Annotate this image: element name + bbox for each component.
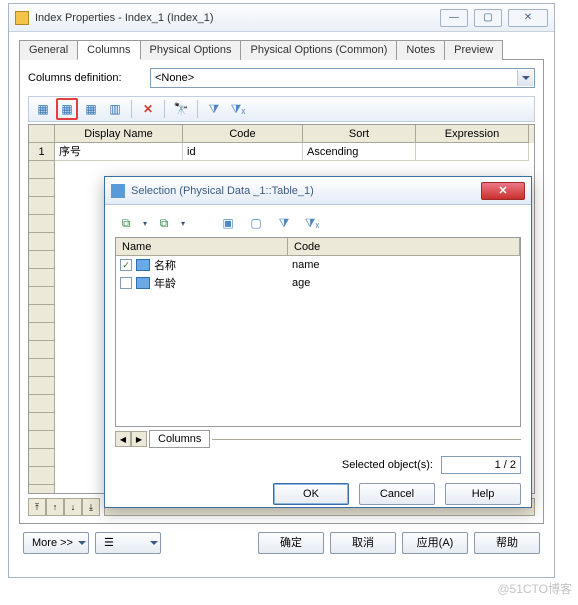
cell-code[interactable]: id (183, 143, 303, 161)
cell-name[interactable]: 序号 (55, 143, 183, 161)
selection-dialog: Selection (Physical Data _1::Table_1) ✕ … (104, 176, 532, 508)
move-bottom-button[interactable]: ⤓ (82, 498, 100, 516)
dialog-title: Selection (Physical Data _1::Table_1) (131, 185, 481, 197)
columns-definition-label: Columns definition: (28, 72, 138, 84)
selected-objects-label: Selected object(s): (342, 459, 433, 471)
dialog-footer: More >> ☰ 确定 取消 应用(A) 帮助 (19, 524, 544, 554)
chevron-down-icon: ▾ (181, 219, 185, 228)
minimize-button[interactable]: — (440, 9, 468, 27)
apply-button[interactable]: 应用(A) (402, 532, 468, 554)
grid-cols-icon[interactable]: ▥ (104, 98, 126, 120)
help-button[interactable]: 帮助 (474, 532, 540, 554)
item-name: 名称 (154, 257, 176, 273)
deselect-all-icon[interactable]: ▢ (245, 212, 267, 234)
column-icon (136, 277, 150, 289)
col-code[interactable]: Code (288, 238, 520, 256)
col-display-name[interactable]: Display Name (55, 125, 183, 143)
col-code[interactable]: Code (183, 125, 303, 143)
list-item[interactable]: 年龄 age (116, 274, 520, 292)
delete-button[interactable]: ✕ (137, 98, 159, 120)
move-up-button[interactable]: ↑ (46, 498, 64, 516)
dialog-tabstrip: ◀ ▶ Columns (115, 429, 521, 449)
item-code: name (288, 259, 520, 271)
window-title: Index Properties - Index_1 (Index_1) (35, 12, 440, 24)
grid-new-icon[interactable]: ▦ (32, 98, 54, 120)
dialog-close-button[interactable]: ✕ (481, 182, 525, 200)
move-top-button[interactable]: ⤒ (28, 498, 46, 516)
tab-physical-options-common[interactable]: Physical Options (Common) (240, 40, 397, 60)
dialog-icon (111, 184, 125, 198)
dialog-title-bar: Selection (Physical Data _1::Table_1) ✕ (105, 177, 531, 205)
tab-bar: General Columns Physical Options Physica… (19, 40, 544, 60)
window-icon (15, 11, 29, 25)
find-button[interactable]: 🔭 (170, 98, 192, 120)
tab-preview[interactable]: Preview (444, 40, 503, 60)
columns-definition-combo[interactable]: <None> (150, 68, 535, 88)
table-row[interactable]: 序号 id Ascending (55, 143, 534, 161)
column-icon (136, 259, 150, 271)
col-sort[interactable]: Sort (303, 125, 416, 143)
row-header-column: 1 (29, 125, 55, 493)
maximize-button[interactable]: ▢ (474, 9, 502, 27)
filter-icon[interactable]: ⧩ (273, 212, 295, 234)
columns-definition-value: <None> (155, 72, 194, 84)
item-code: age (288, 277, 520, 289)
item-name: 年龄 (154, 275, 176, 291)
selection-list: Name Code ✓ 名称 name 年龄 age (115, 237, 521, 427)
col-expression[interactable]: Expression (416, 125, 529, 143)
tab-columns[interactable]: Columns (77, 40, 140, 60)
list-item[interactable]: ✓ 名称 name (116, 256, 520, 274)
more-button[interactable]: More >> (23, 532, 89, 554)
grid-view-icon[interactable]: ▦ (80, 98, 102, 120)
window-controls: — ▢ ✕ (440, 9, 548, 27)
watermark: @51CTO博客 (497, 580, 572, 597)
checkbox-icon[interactable] (120, 277, 132, 289)
dialog-cancel-button[interactable]: Cancel (359, 483, 435, 505)
filter-clear-icon[interactable]: ⧩ₓ (301, 212, 323, 234)
grid-header: Display Name Code Sort Expression (55, 125, 534, 143)
select-all-icon[interactable]: ▣ (217, 212, 239, 234)
tab-notes[interactable]: Notes (396, 40, 445, 60)
close-button[interactable]: ✕ (508, 9, 548, 27)
tab-physical-options[interactable]: Physical Options (140, 40, 242, 60)
checkbox-icon[interactable]: ✓ (120, 259, 132, 271)
dialog-ok-button[interactable]: OK (273, 483, 349, 505)
move-down-button[interactable]: ↓ (64, 498, 82, 516)
paste-button[interactable]: ⧉ (153, 212, 175, 234)
dialog-help-button[interactable]: Help (445, 483, 521, 505)
tabstrip-next-icon[interactable]: ▶ (131, 431, 147, 447)
title-bar: Index Properties - Index_1 (Index_1) — ▢… (9, 4, 554, 32)
filter-button[interactable]: ⧩ (203, 98, 225, 120)
ok-button[interactable]: 确定 (258, 532, 324, 554)
grid-toolbar: ▦ ▦ ▦ ▥ ✕ 🔭 ⧩ ⧩ₓ (28, 96, 535, 122)
col-name[interactable]: Name (116, 238, 288, 256)
cancel-button[interactable]: 取消 (330, 532, 396, 554)
cell-sort[interactable]: Ascending (303, 143, 416, 161)
row-header-1[interactable]: 1 (29, 143, 54, 161)
dialog-toolbar: ⧉ ▾ ⧉ ▾ ▣ ▢ ⧩ ⧩ₓ (115, 213, 521, 237)
chevron-down-icon (517, 70, 533, 86)
tabstrip-columns[interactable]: Columns (149, 430, 210, 448)
cell-expr[interactable] (416, 143, 529, 161)
copy-button[interactable]: ⧉ (115, 212, 137, 234)
selected-objects-value: 1 / 2 (441, 456, 521, 474)
add-columns-button[interactable]: ▦ (56, 98, 78, 120)
chevron-down-icon: ▾ (143, 219, 147, 228)
tab-general[interactable]: General (19, 40, 78, 60)
options-combo[interactable]: ☰ (95, 532, 161, 554)
tabstrip-prev-icon[interactable]: ◀ (115, 431, 131, 447)
filter-clear-button[interactable]: ⧩ₓ (227, 98, 249, 120)
